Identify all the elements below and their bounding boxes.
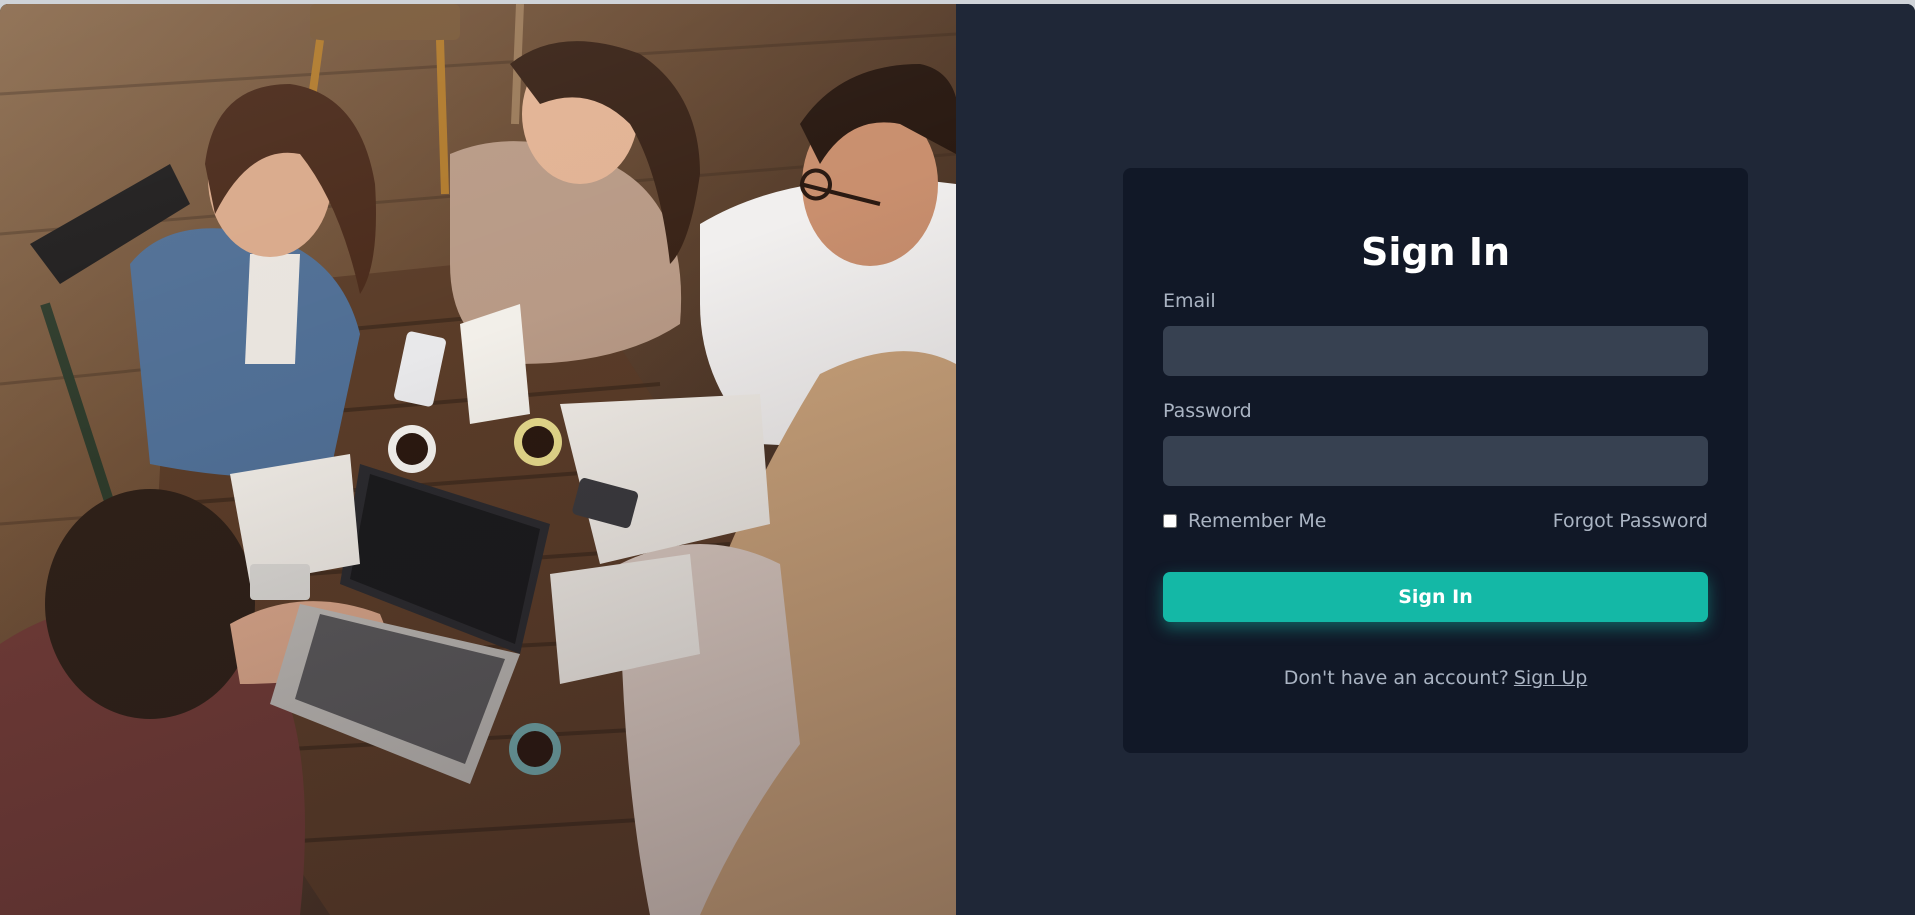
email-label: Email [1163, 290, 1216, 312]
email-input[interactable] [1163, 326, 1708, 376]
app-window: Sign In Email Password Remember Me Forgo… [0, 4, 1915, 915]
signin-button[interactable]: Sign In [1163, 572, 1708, 622]
remember-me-label[interactable]: Remember Me [1188, 510, 1326, 532]
signin-title: Sign In [1360, 230, 1511, 274]
forgot-password-link[interactable]: Forgot Password [1553, 510, 1708, 532]
password-input[interactable] [1163, 436, 1708, 486]
signup-prompt-text: Don't have an account? [1283, 667, 1509, 689]
password-label: Password [1163, 400, 1252, 422]
remember-me-checkbox[interactable] [1163, 514, 1177, 528]
remember-me-row: Remember Me [1163, 510, 1326, 532]
signin-card: Sign In Email Password Remember Me Forgo… [1123, 168, 1748, 753]
signup-prompt-row: Don't have an account? Sign Up [1123, 667, 1748, 689]
hero-photo [0, 4, 956, 915]
signin-panel: Sign In Email Password Remember Me Forgo… [956, 4, 1915, 915]
signup-link[interactable]: Sign Up [1514, 667, 1587, 689]
photo-overlay [0, 4, 956, 915]
